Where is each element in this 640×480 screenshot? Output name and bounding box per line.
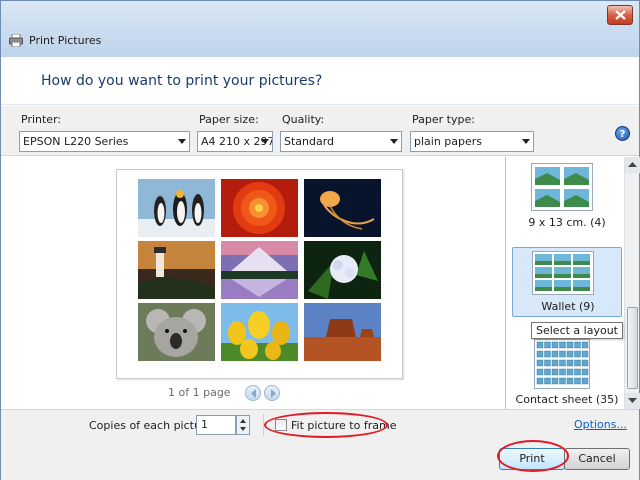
cancel-button[interactable]: Cancel xyxy=(564,448,630,470)
scroll-thumb[interactable] xyxy=(627,307,638,389)
title-bar: Print Pictures xyxy=(1,1,639,57)
chevron-down-icon xyxy=(390,139,398,144)
printer-label: Printer: xyxy=(21,113,62,126)
preview-page xyxy=(116,169,403,379)
photo-lighthouse xyxy=(138,241,215,299)
layout-list: 9 x 13 cm. (4) Wallet (9) Contact sheet … xyxy=(505,157,640,409)
layout-thumbnail-contact-sheet xyxy=(534,339,590,389)
printer-value: EPSON L220 Series xyxy=(23,135,129,148)
page-indicator: 1 of 1 page xyxy=(168,386,231,399)
photo-tulips xyxy=(221,303,298,361)
paper-size-select[interactable]: A4 210 x 297 xyxy=(197,131,273,152)
previous-page-button[interactable] xyxy=(245,385,261,401)
photo-hydrangea xyxy=(304,241,381,299)
layout-item-wallet[interactable]: Wallet (9) xyxy=(512,247,622,317)
photo-penguins xyxy=(138,179,215,237)
printer-icon xyxy=(9,33,23,48)
annotation-oval-fit xyxy=(264,412,388,438)
close-icon xyxy=(615,10,626,20)
print-preview: 1 of 1 page xyxy=(1,157,504,459)
scroll-up-button[interactable] xyxy=(625,157,640,173)
help-icon[interactable]: ? xyxy=(615,126,630,141)
chevron-up-icon xyxy=(628,162,637,167)
chevron-down-icon xyxy=(178,139,186,144)
layout-item-label: Wallet (9) xyxy=(541,300,595,313)
dialog-header: How do you want to print your pictures? xyxy=(1,57,639,105)
dialog-heading: How do you want to print your pictures? xyxy=(41,73,323,89)
quality-label: Quality: xyxy=(282,113,325,126)
paper-type-value: plain papers xyxy=(414,135,483,148)
photo-mountain-lake xyxy=(221,241,298,299)
options-link[interactable]: Options... xyxy=(574,418,627,431)
chevron-down-icon xyxy=(261,139,269,144)
photo-koala xyxy=(138,303,215,361)
quality-value: Standard xyxy=(284,135,335,148)
paper-type-select[interactable]: plain papers xyxy=(410,131,534,152)
paper-size-label: Paper size: xyxy=(199,113,259,126)
chevron-down-icon xyxy=(628,398,637,403)
copies-input[interactable]: 1 xyxy=(196,415,236,435)
quality-select[interactable]: Standard xyxy=(280,131,402,152)
copies-stepper[interactable] xyxy=(236,415,250,435)
paper-type-label: Paper type: xyxy=(412,113,475,126)
layout-scrollbar[interactable] xyxy=(624,157,640,409)
layout-item-label: 9 x 13 cm. (4) xyxy=(528,216,606,229)
printer-select[interactable]: EPSON L220 Series xyxy=(19,131,190,152)
scroll-down-button[interactable] xyxy=(625,393,640,409)
next-page-button[interactable] xyxy=(264,385,280,401)
print-pictures-window: Print Pictures How do you want to print … xyxy=(0,0,640,480)
layout-item-label: Contact sheet (35) xyxy=(515,393,619,406)
arrow-left-icon xyxy=(251,389,256,398)
layout-thumbnail-wallet xyxy=(532,251,594,295)
photo-desert xyxy=(304,303,381,361)
photo-jellyfish xyxy=(304,179,381,237)
photo-red-flower xyxy=(221,179,298,237)
stepper-down-icon[interactable] xyxy=(240,427,246,431)
layout-tooltip: Select a layout xyxy=(531,322,623,339)
window-title: Print Pictures xyxy=(29,34,102,47)
print-settings-bar: Printer: EPSON L220 Series Paper size: A… xyxy=(1,106,639,156)
chevron-down-icon xyxy=(522,139,530,144)
layout-thumbnail-9x13 xyxy=(531,163,593,211)
stepper-up-icon[interactable] xyxy=(240,419,246,423)
close-button[interactable] xyxy=(607,5,633,25)
annotation-oval-print xyxy=(497,440,569,472)
arrow-right-icon xyxy=(271,389,276,398)
